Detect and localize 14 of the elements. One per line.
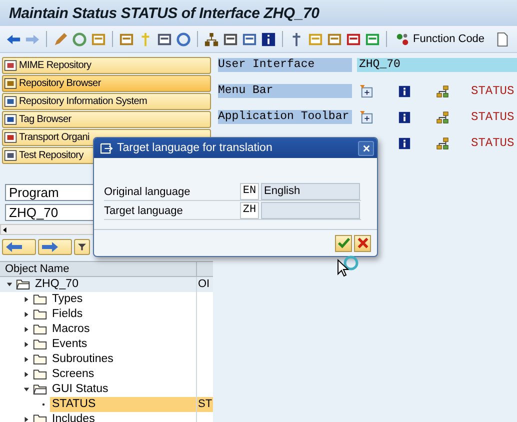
language-name-field: English [261, 183, 360, 200]
column-header: Object Name [4, 262, 70, 276]
field-label: Original language [104, 186, 192, 198]
status-name: STATUS [471, 110, 514, 124]
dialog-title: Target language for translation [117, 142, 274, 154]
field-label: User Interface [218, 58, 352, 72]
field-label: Target language [104, 204, 184, 216]
table-cell: ST [198, 398, 212, 410]
field-label: Menu Bar [218, 84, 352, 98]
field-label: Application Toolbar [218, 110, 352, 124]
window-title: Maintain Status STATUS of Interface ZHQ_70 [9, 4, 320, 22]
status-name: STATUS [471, 136, 514, 150]
status-name: STATUS [471, 84, 514, 98]
table-cell: OI [198, 278, 210, 290]
